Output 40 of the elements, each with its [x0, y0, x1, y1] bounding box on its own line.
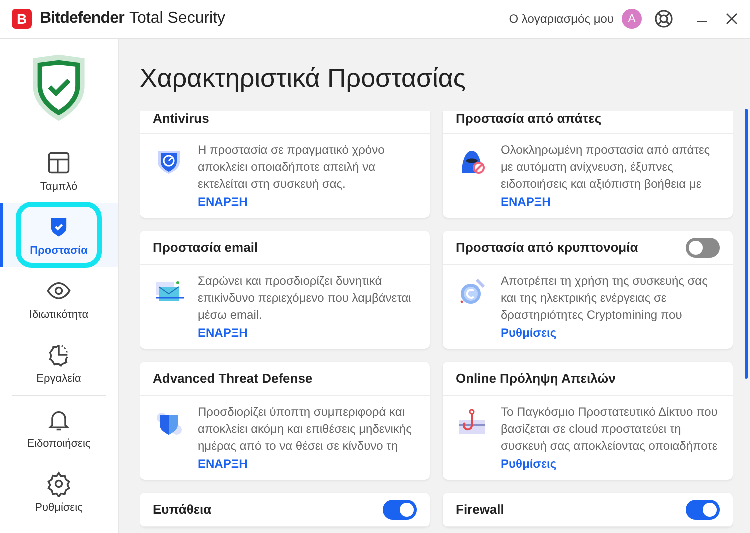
card-link[interactable]: ΕΝΑΡΞΗ [198, 457, 416, 472]
toggle-switch[interactable] [686, 500, 720, 520]
card-title: Advanced Threat Defense [153, 370, 313, 388]
avatar[interactable]: A [622, 9, 642, 29]
help-icon[interactable] [654, 9, 674, 29]
sidebar-item[interactable]: Ταμπλό [16, 138, 102, 204]
card-link[interactable]: ΕΝΑΡΞΗ [501, 195, 719, 210]
card-link[interactable]: ΕΝΑΡΞΗ [198, 326, 416, 341]
sidebar-item[interactable]: Εργαλεία [16, 330, 102, 396]
card-description: Ολοκληρωμένη προστασία από απάτες με αυτόματη ανίχνευση, έξυπνες ειδοποιήσεις και αξιόπιστη βοήθεια με [501, 142, 712, 193]
card-description: Αποτρέπει τη χρήση της συσκευής σας και της ηλεκτρικής ενέργειας σε δραστηριότητες Cryptomining που [501, 273, 709, 324]
selection-bar [0, 203, 3, 267]
dashboard-icon [46, 150, 72, 176]
toggle-switch[interactable] [686, 238, 720, 258]
card-title: Προστασία email [153, 238, 258, 257]
sidebar-item[interactable]: Προστασία [16, 202, 102, 268]
settings-icon [46, 470, 72, 496]
card-description: Προσδιορίζει ύποπτη συμπεριφορά και αποκλείει ακόμη και επιθέσεις μηδενικής ημέρας από το να θέσει σε κίνδυνο τη [198, 404, 413, 455]
card-title: Προστασία από κρυπτονομία [456, 238, 638, 257]
card-link[interactable]: Ρυθμίσεις [501, 326, 719, 341]
card-description: Το Παγκόσμιο Προστατευτικό Δίκτυο που βασίζεται σε cloud προστατεύει τη συσκευή σας αποκλείοντας οποιαδήποτε [501, 404, 719, 455]
account-link[interactable]: Ο λογαριασμός μου [509, 10, 614, 28]
product-name: Total Security [130, 9, 226, 29]
card-description: Σαρώνει και προσδιορίζει δυνητικά επικίνδυνο περιεχόμενο που λαμβάνεται μέσω email. [198, 273, 412, 324]
page-title: Χαρακτηριστικά Προστασίας [140, 62, 467, 94]
card-title: Firewall [456, 500, 504, 519]
card-title: Antivirus [153, 111, 210, 128]
logo-icon: B [12, 9, 32, 29]
brand-name: Bitdefender [40, 9, 124, 29]
sidebar-item[interactable]: Ιδιωτικότητα [16, 266, 102, 332]
toggle-switch[interactable] [383, 500, 417, 520]
sidebar-item[interactable]: Ρυθμίσεις [16, 459, 102, 525]
card-link[interactable]: ΕΝΑΡΞΗ [198, 195, 416, 210]
card-description: Η προστασία σε πραγματικό χρόνο αποκλείει οποιαδήποτε απειλή να εκτελείται στη συσκευή σας. [198, 142, 386, 193]
close-icon[interactable] [726, 13, 738, 25]
card-link[interactable]: Ρυθμίσεις [501, 457, 719, 472]
card-title: Online Πρόληψη Απειλών [456, 370, 616, 388]
sidebar-item[interactable]: Ειδοποιήσεις [16, 395, 102, 461]
card-title: Ευπάθεια [153, 500, 212, 519]
card-title: Προστασία από απάτες [456, 111, 602, 128]
